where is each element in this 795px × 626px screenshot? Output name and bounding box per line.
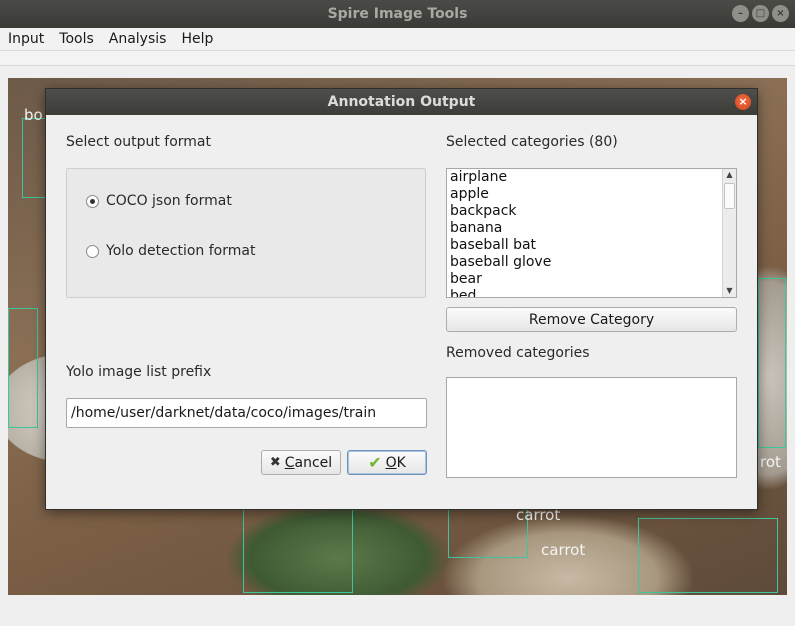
radio-coco-label: COCO json format [106, 193, 232, 209]
dialog-titlebar: Annotation Output × [46, 89, 757, 115]
remove-category-label: Remove Category [528, 311, 655, 328]
x-icon: ✖ [269, 455, 281, 470]
radio-button[interactable] [86, 244, 99, 258]
radio-button-checked[interactable] [86, 194, 99, 208]
list-item[interactable]: apple [447, 186, 722, 203]
list-item[interactable]: bed [447, 288, 722, 297]
object-label: bo [24, 106, 43, 124]
object-label: carrot [541, 541, 586, 559]
list-item[interactable]: airplane [447, 169, 722, 186]
radio-yolo[interactable]: Yolo detection format [86, 243, 255, 259]
menu-tools[interactable]: Tools [51, 31, 101, 47]
annotation-box [638, 518, 778, 593]
list-scrollbar[interactable]: ▲ ▼ [722, 169, 736, 297]
list-item[interactable]: bear [447, 271, 722, 288]
radio-coco[interactable]: COCO json format [86, 193, 232, 209]
list-item[interactable]: baseball glove [447, 254, 722, 271]
object-label: rot [760, 453, 781, 471]
cancel-button-label: Cancel [284, 454, 333, 471]
radio-yolo-label: Yolo detection format [106, 243, 256, 259]
window-titlebar: Spire Image Tools – □ × [0, 0, 795, 28]
annotation-output-dialog: Annotation Output × Select output format… [45, 88, 758, 510]
selected-categories-list[interactable]: airplane apple backpack banana baseball … [446, 168, 737, 298]
close-icon[interactable]: × [772, 5, 789, 22]
removed-categories-list[interactable] [446, 377, 737, 478]
window-title: Spire Image Tools [327, 6, 468, 22]
menu-input[interactable]: Input [0, 31, 51, 47]
toolbar [0, 50, 795, 66]
prefix-input[interactable] [66, 398, 427, 428]
ok-button-label: OK [385, 454, 406, 471]
cancel-button[interactable]: ✖ Cancel [261, 450, 341, 475]
annotation-box [758, 278, 786, 448]
list-item[interactable]: banana [447, 220, 722, 237]
removed-categories-label: Removed categories [446, 345, 590, 361]
annotation-box [8, 308, 38, 428]
scrollbar-thumb[interactable] [724, 183, 735, 209]
ok-button[interactable]: ✔ OK [347, 450, 427, 475]
selected-categories-label: Selected categories (80) [446, 134, 618, 150]
dialog-title: Annotation Output [327, 94, 476, 110]
format-section-label: Select output format [66, 134, 211, 150]
menu-analysis[interactable]: Analysis [101, 31, 174, 47]
maximize-icon[interactable]: □ [752, 5, 769, 22]
menu-help[interactable]: Help [173, 31, 220, 47]
prefix-label: Yolo image list prefix [66, 364, 212, 380]
menu-bar: Input Tools Analysis Help [0, 28, 795, 50]
close-icon[interactable]: × [735, 94, 751, 110]
checkmark-icon: ✔ [368, 453, 382, 472]
list-item[interactable]: baseball bat [447, 237, 722, 254]
annotation-box [243, 498, 353, 593]
list-item[interactable]: backpack [447, 203, 722, 220]
status-bar [0, 598, 795, 626]
scroll-down-icon[interactable]: ▼ [723, 285, 736, 297]
scroll-up-icon[interactable]: ▲ [723, 169, 736, 181]
window-controls: – □ × [732, 5, 789, 22]
remove-category-button[interactable]: Remove Category [446, 307, 737, 332]
format-groupbox: COCO json format Yolo detection format [66, 168, 426, 298]
minimize-icon[interactable]: – [732, 5, 749, 22]
